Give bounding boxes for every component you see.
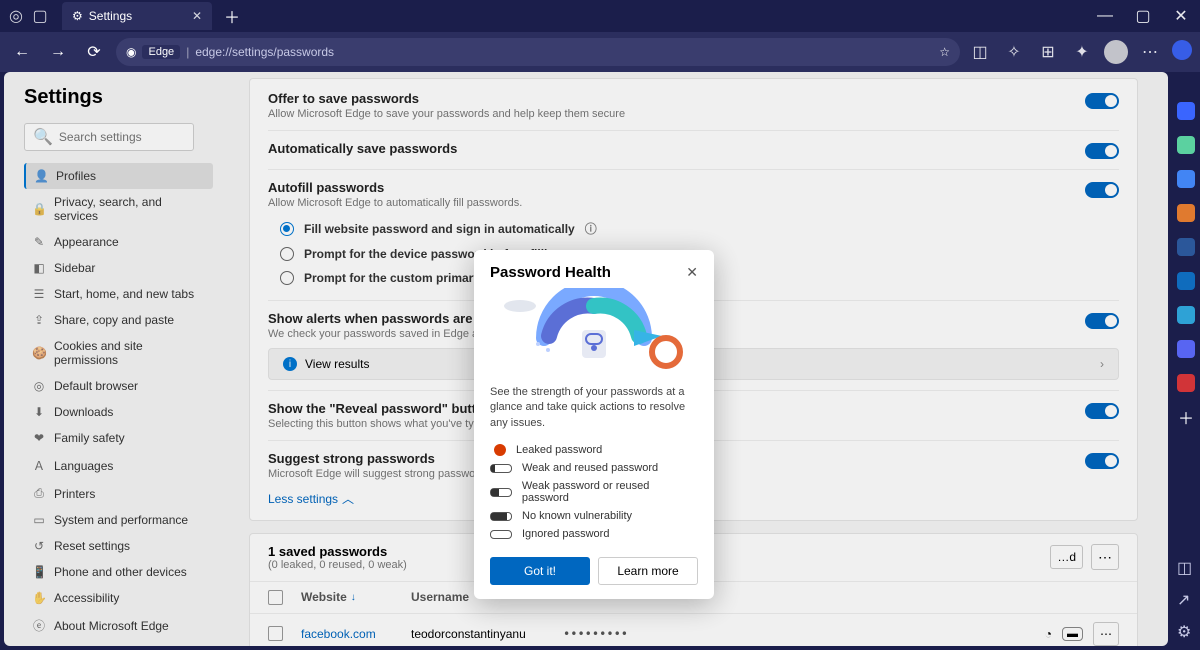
url-text: edge://settings/passwords <box>195 45 334 59</box>
edge-logo-icon: ◉ <box>126 45 136 59</box>
strength-weak-reused-icon <box>490 464 512 473</box>
tab-title: Settings <box>89 9 132 23</box>
profile-icon[interactable]: ◎ <box>8 8 24 24</box>
edge-sidebar: ＋ ◫ ↗ ⚙ <box>1172 72 1200 650</box>
sidebar-add-icon[interactable]: ＋ <box>1177 408 1195 426</box>
browser-tab[interactable]: ⚙ Settings ✕ <box>62 2 212 30</box>
learn-more-button[interactable]: Learn more <box>598 557 698 585</box>
favorite-icon[interactable]: ☆ <box>939 45 950 59</box>
sidebar-shop-icon[interactable] <box>1177 136 1195 154</box>
modal-illustration <box>490 287 698 375</box>
settings-content: Settings 🔍 👤Profiles 🔒Privacy, search, a… <box>4 72 1168 646</box>
sidebar-settings-icon[interactable]: ⚙ <box>1177 622 1195 640</box>
leaked-icon <box>494 444 506 456</box>
title-bar: ◎ ▢ ⚙ Settings ✕ ＋ — ▢ ✕ <box>0 0 1200 32</box>
collections-icon[interactable]: ⊞ <box>1036 40 1060 64</box>
sidebar-tools-icon[interactable] <box>1177 170 1195 188</box>
strength-ignored-icon <box>490 530 512 539</box>
menu-icon[interactable]: ⋯ <box>1138 40 1162 64</box>
maximize-button[interactable]: ▢ <box>1124 0 1162 32</box>
strength-ok-icon <box>490 512 512 521</box>
sidebar-discord-icon[interactable] <box>1177 340 1195 358</box>
modal-close-icon[interactable]: ✕ <box>686 264 698 281</box>
workspaces-icon[interactable]: ▢ <box>32 8 48 24</box>
got-it-button[interactable]: Got it! <box>490 557 590 585</box>
split-screen-icon[interactable]: ◫ <box>968 40 992 64</box>
address-bar[interactable]: ◉ Edge | edge://settings/passwords ☆ <box>116 38 960 66</box>
strength-weak-icon <box>490 488 512 497</box>
extensions-icon[interactable]: ✦ <box>1070 40 1094 64</box>
modal-legend: Leaked password Weak and reused password… <box>490 441 698 543</box>
sidebar-app-icon[interactable] <box>1177 374 1195 392</box>
sidebar-panel-icon[interactable]: ◫ <box>1177 558 1195 576</box>
forward-button[interactable]: → <box>44 38 72 66</box>
app-badge: Edge <box>142 45 180 59</box>
sidebar-games-icon[interactable] <box>1177 204 1195 222</box>
sidebar-open-icon[interactable]: ↗ <box>1177 590 1195 608</box>
tab-close-icon[interactable]: ✕ <box>192 9 202 23</box>
modal-desc: See the strength of your passwords at a … <box>490 385 698 431</box>
toolbar: ← → ⟳ ◉ Edge | edge://settings/passwords… <box>0 32 1200 72</box>
copilot-icon[interactable] <box>1172 40 1192 60</box>
close-window-button[interactable]: ✕ <box>1162 0 1200 32</box>
new-tab-button[interactable]: ＋ <box>218 2 246 30</box>
gear-icon: ⚙ <box>72 9 83 23</box>
password-health-modal: Password Health ✕ See the strength of <box>474 250 714 599</box>
favorites-icon[interactable]: ✧ <box>1002 40 1026 64</box>
back-button[interactable]: ← <box>8 38 36 66</box>
minimize-button[interactable]: — <box>1086 0 1124 32</box>
avatar[interactable] <box>1104 40 1128 64</box>
refresh-button[interactable]: ⟳ <box>80 38 108 66</box>
modal-title: Password Health <box>490 264 611 281</box>
sidebar-telegram-icon[interactable] <box>1177 306 1195 324</box>
sidebar-bing-icon[interactable] <box>1177 102 1195 120</box>
sidebar-office-icon[interactable] <box>1177 238 1195 256</box>
sidebar-outlook-icon[interactable] <box>1177 272 1195 290</box>
